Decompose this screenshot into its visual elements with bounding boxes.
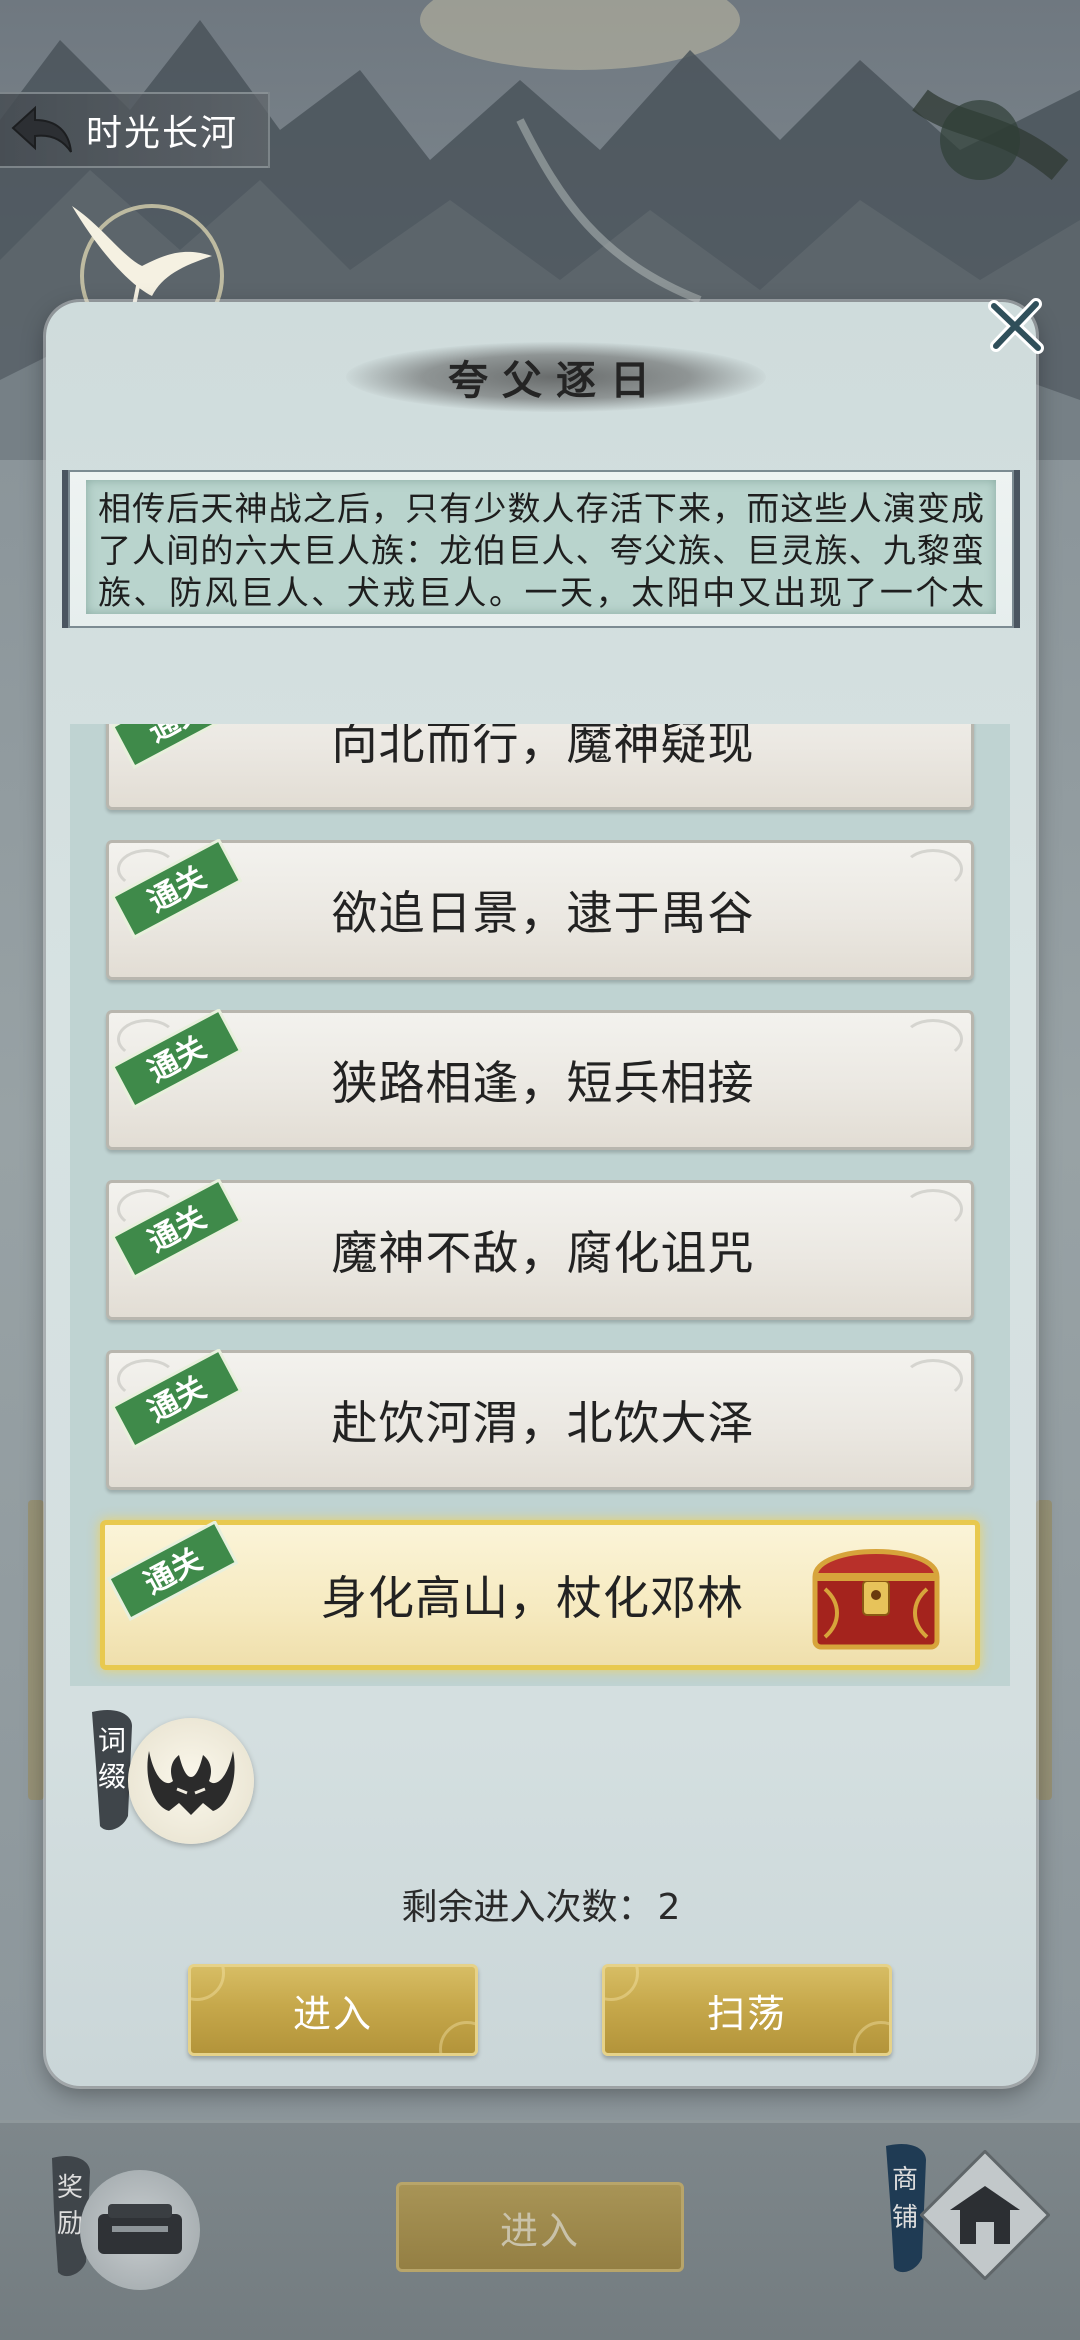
- level-name: 赴饮河渭，北饮大泽: [331, 1396, 755, 1450]
- remaining-label: 剩余进入次数：: [401, 1887, 654, 1928]
- remaining-entries: 剩余进入次数： 2: [46, 1878, 1036, 1930]
- level-name: 魔神不敌，腐化诅咒: [331, 1226, 755, 1280]
- sweep-button-label: 扫荡: [706, 1991, 787, 2036]
- story-scroll[interactable]: 相传后天神战之后，只有少数人存活下来，而这些人演变成了人间的六大巨人族：龙伯巨人…: [62, 470, 1020, 628]
- level-name: 向北而行，魔神疑现: [331, 724, 755, 770]
- sweep-button[interactable]: 扫荡: [602, 1964, 892, 2056]
- demon-mask-icon: [147, 1751, 235, 1815]
- level-card-2[interactable]: 通关 欲追日景，逮于禺谷: [106, 839, 974, 980]
- level-dialog: 夸父逐日 相传后天神战之后，只有少数人存活下来，而这些人演变成了人间的六大巨人族…: [46, 302, 1036, 2086]
- level-card-4[interactable]: 通关 魔神不敌，腐化诅咒: [106, 1179, 974, 1320]
- svg-text:奖: 奖: [57, 2173, 83, 2203]
- back-arrow-icon[interactable]: [0, 92, 86, 168]
- level-name: 身化高山，杖化邓林: [321, 1571, 744, 1625]
- bottom-enter-label: 进入: [499, 2208, 580, 2253]
- svg-text:缀: 缀: [98, 1760, 126, 1793]
- back-bar[interactable]: 时光长河: [0, 92, 270, 168]
- story-text: 相传后天神战之后，只有少数人存活下来，而这些人演变成了人间的六大巨人族：龙伯巨人…: [98, 489, 984, 612]
- bottom-enter-button[interactable]: 进入: [396, 2182, 684, 2272]
- close-button[interactable]: [980, 290, 1052, 362]
- level-card-3[interactable]: 通关 狭路相逢，短兵相接: [106, 1009, 974, 1150]
- svg-text:词: 词: [98, 1724, 126, 1757]
- svg-text:铺: 铺: [892, 2203, 918, 2233]
- level-name: 狭路相逢，短兵相接: [331, 1056, 755, 1110]
- back-bar-title: 时光长河: [86, 113, 239, 154]
- level-card-1[interactable]: 通关 向北而行，魔神疑现: [106, 724, 974, 810]
- svg-text:商: 商: [892, 2165, 918, 2195]
- svg-text:励: 励: [57, 2209, 83, 2239]
- dialog-title-plate: 夸父逐日: [346, 332, 766, 422]
- enter-button-label: 进入: [292, 1991, 373, 2036]
- reward-chest-icon: [98, 2204, 182, 2254]
- reward-icon[interactable]: [80, 2170, 200, 2290]
- dialog-title: 夸父逐日: [448, 357, 664, 404]
- level-card-6-selected[interactable]: 通关 身化高山，杖化邓林: [100, 1520, 980, 1670]
- treasure-chest-icon[interactable]: [801, 1533, 951, 1653]
- level-name: 欲追日景，逮于禺谷: [331, 886, 755, 940]
- remaining-count: 2: [657, 1887, 681, 1928]
- shop-icon[interactable]: [920, 2150, 1050, 2280]
- enter-button[interactable]: 进入: [188, 1964, 478, 2056]
- level-card-5[interactable]: 通关 赴饮河渭，北饮大泽: [106, 1349, 974, 1490]
- affix-icon[interactable]: [128, 1718, 254, 1844]
- level-list[interactable]: 通关 向北而行，魔神疑现 通关 欲追日景，逮于禺谷 通关 狭路相逢，短兵相接 通…: [70, 724, 1010, 1686]
- close-icon: [988, 298, 1044, 354]
